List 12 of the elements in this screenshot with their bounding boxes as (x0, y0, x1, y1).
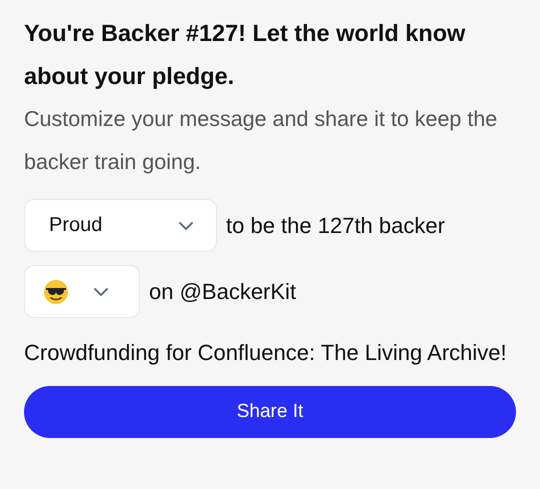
chevron-down-icon (93, 286, 109, 296)
share-button[interactable]: Share It (24, 386, 516, 438)
campaign-text: Crowdfunding for Confluence: The Living Archive! (24, 339, 508, 367)
dropdown-value: Proud (49, 214, 102, 237)
chevron-down-icon (178, 220, 194, 230)
heading: You're Backer #127! Let the world know about your pledge. (24, 19, 466, 91)
description: Customize your message and share it to keep the backer train going. (24, 106, 498, 176)
emoji-dropdown[interactable] (24, 265, 140, 318)
adjective-dropdown[interactable]: Proud (24, 199, 217, 252)
message-text: to be the 127th backer (226, 212, 445, 238)
sunglasses-smiley-icon (43, 278, 69, 304)
message-text: on @BackerKit (149, 278, 296, 304)
